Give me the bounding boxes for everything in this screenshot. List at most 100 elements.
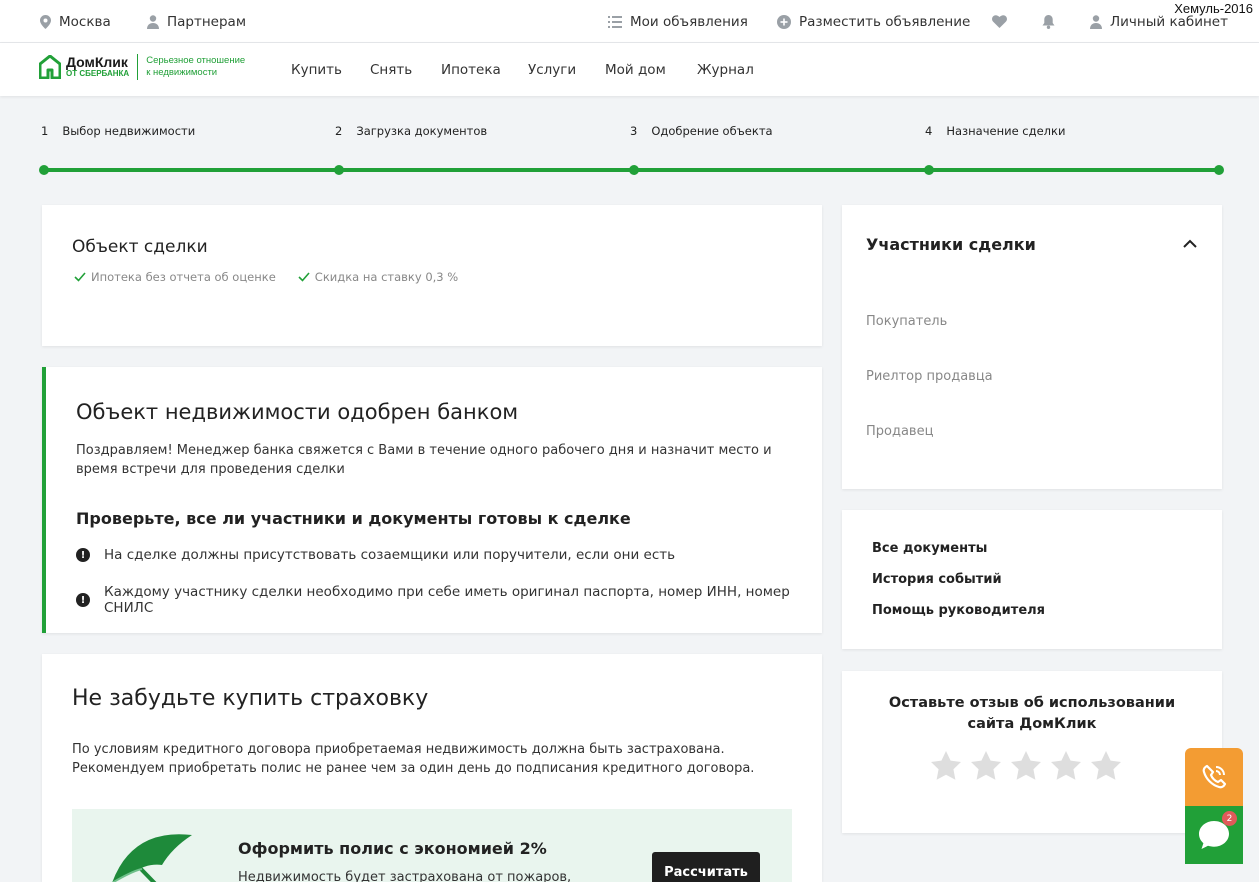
promo-text: Недвижимость будет застрахована от пожар… — [238, 870, 572, 882]
bell-icon — [1042, 14, 1055, 29]
nav-buy[interactable]: Купить — [291, 43, 342, 96]
requirement-item: ! На сделке должны присутствовать созаем… — [76, 547, 675, 563]
feature-item: Ипотека без отчета об оценке — [74, 270, 276, 284]
star-icon[interactable] — [1090, 751, 1122, 781]
participants-title: Участники сделки — [866, 235, 1036, 254]
step-2: 2 Загрузка документов — [335, 124, 487, 138]
step-label: Загрузка документов — [356, 124, 488, 138]
list-icon — [608, 15, 622, 28]
feedback-card: Оставьте отзыв об использовании сайта До… — [842, 671, 1222, 833]
feedback-title: Оставьте отзыв об использовании сайта До… — [842, 693, 1222, 735]
insurance-text-line1: По условиям кредитного договора приобрет… — [72, 742, 725, 757]
all-documents-link[interactable]: Все документы — [872, 541, 987, 556]
house-logo-icon — [39, 55, 61, 79]
feature-label: Ипотека без отчета об оценке — [91, 270, 276, 284]
star-icon[interactable] — [1010, 751, 1042, 781]
rating-stars — [930, 751, 1122, 781]
person-icon — [147, 14, 159, 29]
feedback-title-line2: сайта ДомКлик — [967, 716, 1097, 732]
partners-link[interactable]: Партнерам — [147, 0, 246, 43]
my-ads-link[interactable]: Мои объявления — [608, 0, 748, 43]
star-icon[interactable] — [970, 751, 1002, 781]
logo-slogan-line2: к недвижимости — [146, 67, 218, 78]
logo-name: ДомКлик — [66, 54, 128, 70]
step-dot — [629, 165, 639, 175]
city-selector[interactable]: Москва — [40, 0, 111, 43]
partners-label: Партнерам — [167, 13, 247, 30]
nav-my-home[interactable]: Мой дом — [605, 43, 666, 96]
logo-subtitle: ОТ СБЕРБАНКА — [66, 69, 130, 78]
step-dot — [39, 165, 49, 175]
notifications-button[interactable] — [1042, 0, 1063, 43]
participant-role: Риелтор продавца — [866, 369, 993, 384]
participant-role: Покупатель — [866, 314, 948, 329]
logo-divider — [137, 54, 139, 80]
domclick-logo[interactable]: ДомКлик ОТ СБЕРБАНКА Серьезное отношение… — [39, 54, 245, 80]
insurance-promo: Оформить полис с экономией 2% Недвижимос… — [72, 809, 792, 882]
step-3: 3 Одобрение объекта — [630, 124, 773, 138]
check-readiness-title: Проверьте, все ли участники и документы … — [76, 509, 631, 528]
feedback-title-line1: Оставьте отзыв об использовании — [888, 695, 1176, 711]
phone-icon — [1202, 764, 1227, 789]
nav-mortgage[interactable]: Ипотека — [441, 43, 501, 96]
chevron-up-icon[interactable] — [1183, 239, 1197, 248]
feature-item: Скидка на ставку 0,3 % — [298, 270, 458, 284]
city-label: Москва — [59, 13, 111, 30]
step-label: Одобрение объекта — [651, 124, 773, 138]
calculate-button[interactable]: Рассчитать — [652, 852, 760, 882]
chat-badge: 2 — [1222, 811, 1237, 826]
participants-card: Участники сделки Покупатель Риелтор прод… — [842, 205, 1222, 489]
post-ad-link[interactable]: Разместить объявление — [777, 0, 970, 43]
deal-steps: 1 Выбор недвижимости 2 Загрузка документов… — [0, 96, 1259, 206]
step-dot — [1214, 165, 1224, 175]
insurance-text-line2: Рекомендуем приобретать полис не ранее ч… — [72, 761, 755, 776]
nav-rent[interactable]: Снять — [370, 43, 412, 96]
requirement-text: На сделке должны присутствовать созаемщи… — [104, 547, 676, 563]
nav-services[interactable]: Услуги — [528, 43, 576, 96]
step-number: 1 — [41, 124, 49, 138]
logo-slogan-line1: Серьезное отношение — [146, 55, 246, 66]
watermark-username: Хемуль-2016 — [1174, 1, 1253, 16]
approval-card: Объект недвижимости одобрен банком Поздр… — [42, 367, 822, 633]
star-icon[interactable] — [1050, 751, 1082, 781]
chat-button[interactable]: 2 — [1185, 806, 1243, 864]
deal-object-card: Объект сделки Ипотека без отчета об оцен… — [42, 205, 822, 346]
step-number: 2 — [335, 124, 343, 138]
step-number: 4 — [925, 124, 933, 138]
post-ad-label: Разместить объявление — [799, 13, 971, 30]
deal-object-title: Объект сделки — [72, 237, 208, 257]
heart-icon — [992, 15, 1007, 28]
manager-help-link[interactable]: Помощь руководителя — [872, 603, 1045, 618]
step-dot — [924, 165, 934, 175]
step-label: Выбор недвижимости — [62, 124, 196, 138]
participant-role: Продавец — [866, 424, 934, 439]
person-icon — [1090, 14, 1102, 29]
plus-circle-icon — [777, 14, 791, 29]
event-history-link[interactable]: История событий — [872, 572, 1002, 587]
requirement-item: ! Каждому участнику сделки необходимо пр… — [76, 584, 822, 616]
star-icon[interactable] — [930, 751, 962, 781]
favorites-button[interactable] — [992, 0, 1015, 43]
feature-label: Скидка на ставку 0,3 % — [314, 270, 459, 284]
exclamation-icon: ! — [76, 548, 90, 562]
deal-features: Ипотека без отчета об оценке Скидка на с… — [74, 270, 480, 284]
step-4: 4 Назначение сделки — [925, 124, 1065, 138]
insurance-title: Не забудьте купить страховку — [72, 686, 429, 711]
my-ads-label: Мои объявления — [630, 13, 748, 30]
insurance-card: Не забудьте купить страховку По условиям… — [42, 654, 822, 882]
approval-title: Объект недвижимости одобрен банком — [76, 400, 519, 424]
step-1: 1 Выбор недвижимости — [41, 124, 195, 138]
umbrella-icon — [111, 834, 192, 882]
requirement-text: Каждому участнику сделки необходимо при … — [104, 584, 790, 616]
main-navbar: ДомКлик ОТ СБЕРБАНКА Серьезное отношение… — [0, 43, 1259, 96]
location-pin-icon — [40, 14, 51, 29]
step-number: 3 — [630, 124, 638, 138]
step-dot — [334, 165, 344, 175]
callback-button[interactable] — [1185, 748, 1243, 806]
checkmark-icon — [298, 272, 310, 282]
nav-journal[interactable]: Журнал — [697, 43, 754, 96]
links-card: Все документы История событий Помощь рук… — [842, 510, 1222, 649]
promo-title: Оформить полис с экономией 2% — [238, 839, 547, 858]
exclamation-icon: ! — [76, 593, 90, 607]
top-bar: Москва Партнерам Мои объявления Размести… — [0, 0, 1259, 43]
